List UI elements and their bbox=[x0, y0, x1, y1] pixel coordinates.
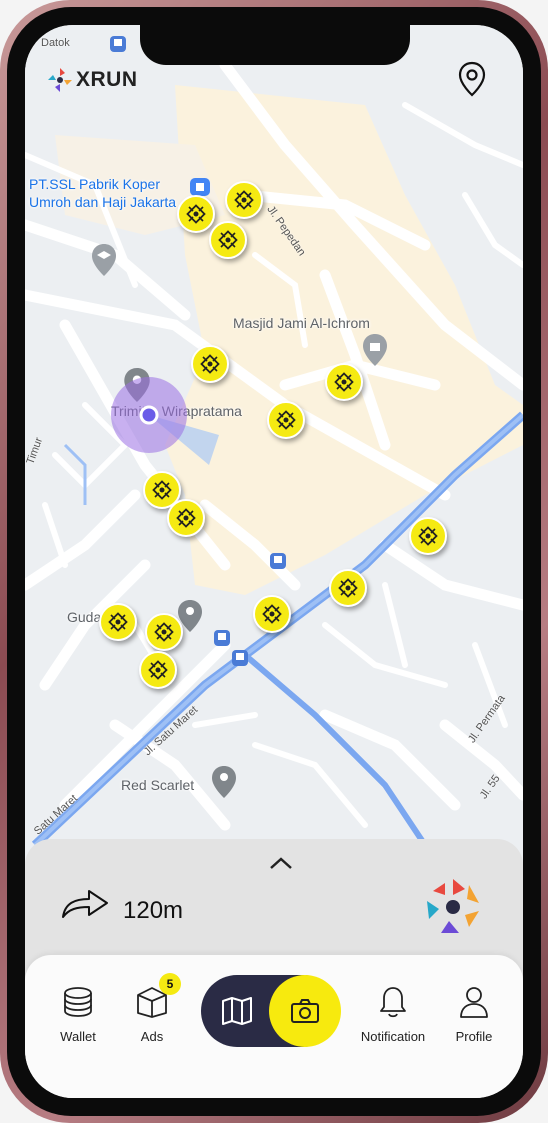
bus-stop-icon[interactable] bbox=[231, 649, 249, 667]
chevron-up-icon[interactable] bbox=[268, 855, 294, 871]
collectible-pin[interactable] bbox=[409, 517, 447, 555]
xrun-mark-icon bbox=[186, 204, 206, 224]
nav-notification[interactable]: Notification bbox=[347, 985, 439, 1044]
xrun-mark-icon bbox=[276, 410, 296, 430]
collectible-pin[interactable] bbox=[145, 613, 183, 651]
xrun-mark-icon bbox=[262, 604, 282, 624]
red-scarlet-pin-icon[interactable] bbox=[211, 765, 237, 799]
map-canvas bbox=[25, 59, 523, 849]
nav-profile[interactable]: Profile bbox=[429, 985, 519, 1044]
notch bbox=[140, 25, 410, 65]
wallet-coins-icon bbox=[64, 987, 92, 1017]
map-view[interactable]: PT.SSL Pabrik Koper Umroh dan Haji Jakar… bbox=[25, 25, 523, 865]
location-pin-icon[interactable] bbox=[457, 61, 487, 97]
xrun-mark-icon bbox=[338, 578, 358, 598]
nav-ads[interactable]: 5 Ads bbox=[107, 973, 197, 1044]
bottom-nav-bar: Wallet 5 Ads Notification Profile bbox=[25, 955, 523, 1098]
map-label-store[interactable]: PT.SSL Pabrik Koper Umroh dan Haji Jakar… bbox=[29, 175, 176, 211]
map-camera-toggle[interactable] bbox=[201, 975, 341, 1047]
notification-label: Notification bbox=[360, 1029, 426, 1044]
collectible-pin[interactable] bbox=[177, 195, 215, 233]
bell-icon bbox=[380, 987, 406, 1018]
collectible-pin[interactable] bbox=[329, 569, 367, 607]
collectible-pin[interactable] bbox=[253, 595, 291, 633]
xrun-mark-icon bbox=[418, 526, 438, 546]
xrun-mark-icon bbox=[154, 622, 174, 642]
profile-label: Profile bbox=[455, 1029, 493, 1044]
xrun-mark-icon bbox=[108, 612, 128, 632]
app-name: XRUN bbox=[76, 68, 138, 91]
xrun-logo[interactable]: XRUN bbox=[47, 67, 138, 93]
school-pin-icon[interactable] bbox=[91, 243, 117, 277]
xrun-mark-icon bbox=[148, 660, 168, 680]
collectible-pin[interactable] bbox=[191, 345, 229, 383]
collectible-pin[interactable] bbox=[267, 401, 305, 439]
ads-label: Ads bbox=[140, 1029, 164, 1044]
xrun-mark-icon bbox=[152, 480, 172, 500]
camera-icon bbox=[291, 999, 319, 1023]
map-label-mosque[interactable]: Masjid Jami Al-Ichrom bbox=[233, 315, 370, 331]
xrun-mark-icon bbox=[200, 354, 220, 374]
user-location-marker bbox=[111, 377, 219, 465]
camera-mode-button[interactable] bbox=[269, 975, 341, 1047]
xrun-mark-icon bbox=[176, 508, 196, 528]
collectible-pin[interactable] bbox=[325, 363, 363, 401]
collectible-pin[interactable] bbox=[225, 181, 263, 219]
ads-count-badge: 5 bbox=[159, 973, 181, 995]
profile-person-icon bbox=[460, 987, 488, 1018]
xrun-mark-icon bbox=[234, 190, 254, 210]
map-mode-icon[interactable] bbox=[215, 995, 259, 1027]
mosque-pin-icon[interactable] bbox=[362, 333, 388, 367]
phone-screen: PT.SSL Pabrik Koper Umroh dan Haji Jakar… bbox=[25, 25, 523, 1098]
collectible-pin[interactable] bbox=[99, 603, 137, 641]
xrun-mark-icon bbox=[218, 230, 238, 250]
xrun-brand-icon[interactable] bbox=[421, 875, 485, 939]
xrun-mark-icon bbox=[334, 372, 354, 392]
bus-stop-icon[interactable] bbox=[213, 629, 231, 647]
map-label-red-scarlet[interactable]: Red Scarlet bbox=[121, 777, 194, 793]
collectible-pin[interactable] bbox=[209, 221, 247, 259]
xrun-logo-icon bbox=[48, 68, 72, 92]
shop-pin-icon[interactable] bbox=[189, 175, 211, 197]
bus-stop-icon[interactable] bbox=[269, 552, 287, 570]
collectible-pin[interactable] bbox=[167, 499, 205, 537]
distance-value: 120m bbox=[123, 897, 184, 924]
turn-right-arrow-icon bbox=[62, 890, 108, 918]
collectible-pin[interactable] bbox=[139, 651, 177, 689]
